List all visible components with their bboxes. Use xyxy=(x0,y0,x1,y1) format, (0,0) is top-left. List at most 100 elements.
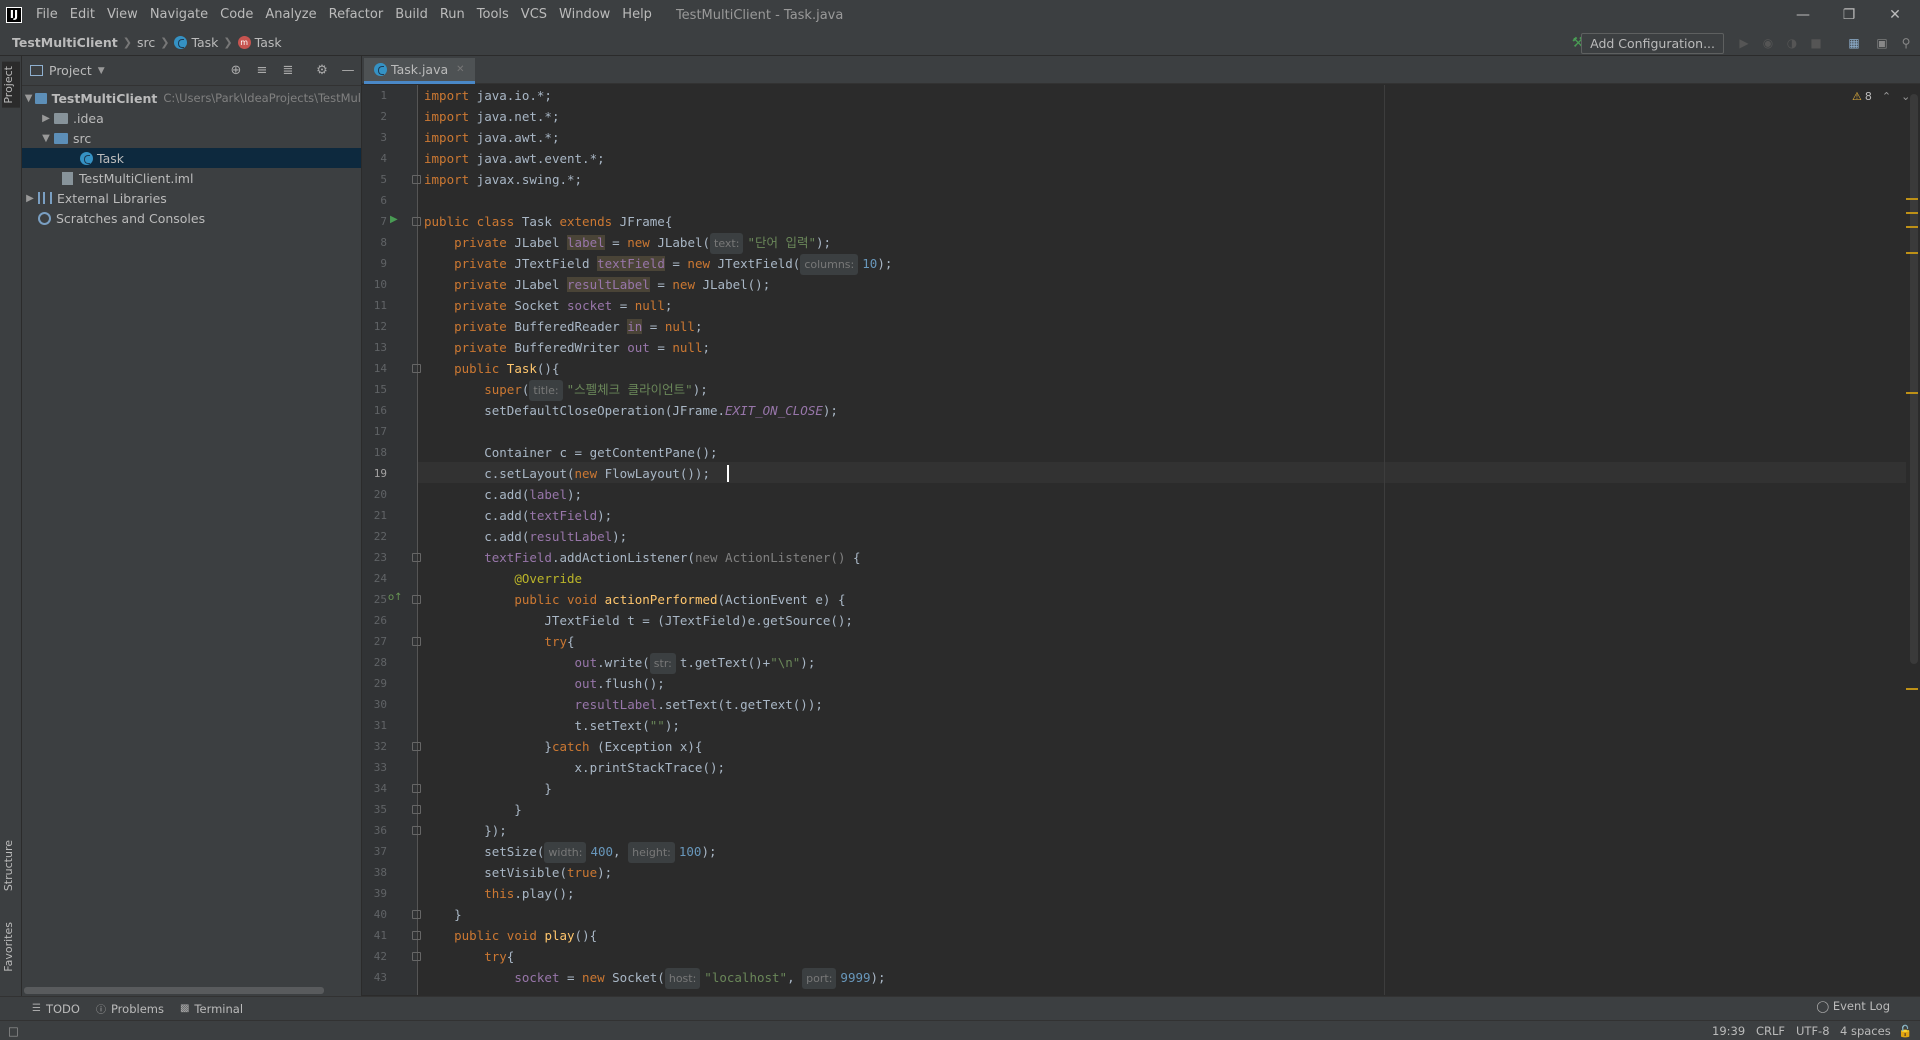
minimize-icon[interactable]: — xyxy=(1780,0,1826,30)
tree-task-label: Task xyxy=(97,150,124,166)
bottom-tab-todo[interactable]: ☰ TODO xyxy=(32,1002,80,1016)
project-structure-icon[interactable]: ▦ xyxy=(1846,35,1862,51)
line-separator[interactable]: CRLF xyxy=(1756,1024,1785,1038)
line-number: 18 xyxy=(373,446,387,459)
file-encoding[interactable]: UTF-8 xyxy=(1796,1024,1830,1038)
project-horizontal-scrollbar[interactable] xyxy=(24,987,324,994)
line-number: 29 xyxy=(373,677,387,690)
add-configuration-button[interactable]: Add Configuration... xyxy=(1581,33,1724,54)
breadcrumb-class-label: Task xyxy=(191,35,219,50)
close-tab-icon[interactable]: ✕ xyxy=(456,64,464,75)
tree-item-iml[interactable]: TestMultiClient.iml xyxy=(22,168,361,188)
breadcrumb-class[interactable]: Task xyxy=(174,35,218,50)
collapse-all-icon[interactable]: ≣ xyxy=(280,63,296,79)
breadcrumb-folder[interactable]: src xyxy=(137,35,155,50)
menu-run[interactable]: Run xyxy=(434,0,471,30)
line-number: 6 xyxy=(380,194,387,207)
editor-tab-task-java[interactable]: Task.java ✕ xyxy=(364,58,475,84)
chevron-down-icon[interactable]: ⌄ xyxy=(1901,90,1910,103)
bottom-tab-terminal[interactable]: ▩ Terminal xyxy=(180,1002,243,1016)
code-line-19: c.setLayout(new FlowLayout()); xyxy=(424,466,710,481)
warning-marker[interactable] xyxy=(1906,198,1918,200)
menu-refactor[interactable]: Refactor xyxy=(323,0,390,30)
menu-edit[interactable]: Edit xyxy=(64,0,101,30)
code-line-1: import java.io.*; xyxy=(424,88,552,103)
menu-window[interactable]: Window xyxy=(553,0,616,30)
event-log-icon: ◯ xyxy=(1816,999,1830,1013)
warning-marker[interactable] xyxy=(1906,226,1918,228)
expand-all-icon[interactable]: ≡ xyxy=(254,63,270,79)
intellij-logo-icon: IJ xyxy=(6,7,22,23)
event-log-button[interactable]: ◯ Event Log xyxy=(1816,999,1890,1013)
debug-icon[interactable]: ◉ xyxy=(1760,35,1776,51)
tree-item-root[interactable]: ▼ TestMultiClient C:\Users\Park\IdeaProj… xyxy=(22,88,361,108)
chevron-right-icon[interactable]: ▶ xyxy=(38,113,54,124)
run-gutter-icon[interactable]: ▶ xyxy=(390,214,398,225)
menu-vcs[interactable]: VCS xyxy=(515,0,553,30)
menu-help[interactable]: Help xyxy=(616,0,658,30)
lock-icon[interactable]: 🔓 xyxy=(1898,1024,1912,1038)
code-line-11: private Socket socket = null; xyxy=(454,298,673,313)
gear-icon[interactable]: ⚙ xyxy=(314,63,330,79)
override-gutter-icon[interactable]: o↑ xyxy=(388,592,403,603)
menu-file[interactable]: File xyxy=(30,0,64,30)
chevron-down-icon[interactable]: ▼ xyxy=(22,93,35,104)
menu-tools[interactable]: Tools xyxy=(471,0,515,30)
warning-icon: ⚠ xyxy=(1852,90,1862,103)
indent-setting[interactable]: 4 spaces xyxy=(1840,1024,1891,1038)
menu-navigate[interactable]: Navigate xyxy=(144,0,214,30)
bottom-tab-problems[interactable]: ⓘ Problems xyxy=(96,1001,164,1017)
hide-panel-icon[interactable]: — xyxy=(340,63,356,79)
menu-analyze[interactable]: Analyze xyxy=(259,0,322,30)
run-icon[interactable]: ▶ xyxy=(1736,35,1752,51)
menu-view[interactable]: View xyxy=(101,0,144,30)
line-number: 35 xyxy=(373,803,387,816)
project-view-icon xyxy=(30,65,43,76)
chevron-right-icon[interactable]: ▶ xyxy=(22,193,38,204)
left-tool-stripe: Project Structure Favorites xyxy=(0,56,22,996)
tree-item-src[interactable]: ▼ src xyxy=(22,128,361,148)
chevron-down-icon[interactable]: ▼ xyxy=(38,133,54,144)
status-bar: □ 19:39 CRLF UTF-8 4 spaces 🔓 xyxy=(0,1020,1920,1040)
search-icon[interactable]: ⚲ xyxy=(1898,35,1914,51)
breadcrumb-member[interactable]: m Task xyxy=(237,35,282,50)
chevron-up-icon[interactable]: ⌃ xyxy=(1882,90,1891,103)
warning-marker[interactable] xyxy=(1906,212,1918,214)
warning-marker[interactable] xyxy=(1906,688,1918,690)
inspection-widget[interactable]: ⚠ 8 ⌃ ⌄ xyxy=(1852,90,1910,103)
chevron-right-icon: ❯ xyxy=(223,36,233,49)
text-caret xyxy=(727,465,729,482)
code-line-41: public void play(){ xyxy=(454,928,598,943)
tree-item-scratches[interactable]: Scratches and Consoles xyxy=(22,208,361,228)
editor-vertical-scrollbar[interactable] xyxy=(1910,94,1918,664)
menu-code[interactable]: Code xyxy=(214,0,259,30)
tree-item-idea[interactable]: ▶ .idea xyxy=(22,108,361,128)
line-number: 19 xyxy=(373,467,387,480)
side-tab-project[interactable]: Project xyxy=(2,62,20,108)
warning-marker[interactable] xyxy=(1906,392,1918,394)
tree-item-external-libraries[interactable]: ▶ External Libraries xyxy=(22,188,361,208)
locate-file-icon[interactable]: ⊕ xyxy=(228,63,244,79)
line-number: 14 xyxy=(373,362,387,375)
breadcrumb-project[interactable]: TestMultiClient xyxy=(12,35,118,50)
close-icon[interactable]: ✕ xyxy=(1872,0,1918,30)
side-tab-favorites[interactable]: Favorites xyxy=(2,918,20,976)
toggle-tool-windows-icon[interactable]: □ xyxy=(8,1024,19,1038)
line-number: 41 xyxy=(373,929,387,942)
restore-icon[interactable]: ❐ xyxy=(1826,0,1872,30)
line-number: 26 xyxy=(373,614,387,627)
coverage-icon[interactable]: ◑ xyxy=(1784,35,1800,51)
project-view-selector[interactable]: Project xyxy=(49,63,92,78)
line-number: 22 xyxy=(373,530,387,543)
menu-build[interactable]: Build xyxy=(389,0,434,30)
stop-icon[interactable]: ■ xyxy=(1808,35,1824,51)
line-number: 23 xyxy=(373,551,387,564)
warning-marker[interactable] xyxy=(1906,252,1918,254)
caret-position[interactable]: 19:39 xyxy=(1712,1024,1745,1038)
code-editor[interactable]: import java.io.*; import java.net.*; imp… xyxy=(418,85,1898,995)
tree-item-task[interactable]: Task xyxy=(22,148,361,168)
side-tab-structure[interactable]: Structure xyxy=(2,836,20,895)
window-layout-icon[interactable]: ▣ xyxy=(1874,35,1890,51)
line-number: 21 xyxy=(373,509,387,522)
dropdown-arrow-icon[interactable]: ▼ xyxy=(98,66,105,76)
